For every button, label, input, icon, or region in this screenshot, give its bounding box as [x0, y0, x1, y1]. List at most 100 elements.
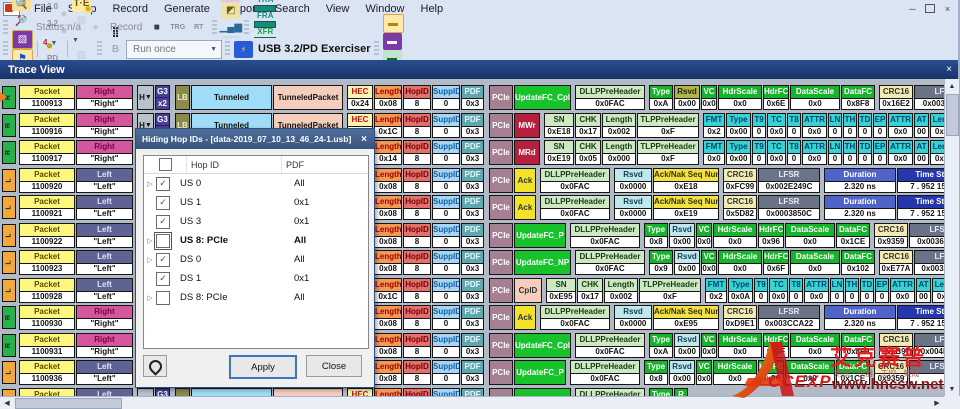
- apply-button[interactable]: Apply: [229, 355, 297, 379]
- field-value: 0xE77A: [880, 264, 912, 274]
- toolbar-gripper[interactable]: [3, 20, 8, 36]
- hop-checkbox[interactable]: ✓: [156, 215, 170, 229]
- menu-item-record[interactable]: Record: [104, 2, 155, 16]
- field-header: PDF: [462, 86, 483, 99]
- packet-row[interactable]: LPacketLeftH▼G3x2LBTunneledTunneledPacke…: [2, 387, 688, 396]
- hop-checkbox[interactable]: [156, 234, 170, 248]
- field-header: Length: [375, 169, 401, 182]
- field-value: 0x002: [931, 154, 944, 164]
- hop-row[interactable]: ▷DS 8: PCIeAll: [144, 288, 368, 307]
- stop-button[interactable]: ■: [147, 19, 166, 36]
- expander-icon[interactable]: ▷: [144, 180, 156, 188]
- hide-3-2-button[interactable]: 3.2⊗: [43, 15, 62, 32]
- toolbar-gripper[interactable]: [244, 20, 249, 36]
- hop-row[interactable]: ▷US 8: PCIeAll: [144, 231, 368, 250]
- field-value: 0x0FAC: [541, 209, 609, 219]
- field-suppid: SuppID0: [432, 360, 460, 385]
- export-button[interactable]: ◩: [221, 2, 240, 19]
- zoom-out-button[interactable]: 🔎: [12, 13, 31, 30]
- realtime-button[interactable]: RT: [189, 19, 208, 36]
- toolbar-gripper[interactable]: [212, 20, 217, 36]
- horizontal-scroll-thumb[interactable]: [15, 398, 122, 409]
- expander-icon[interactable]: ▷: [144, 256, 156, 264]
- restore-button[interactable]: [925, 4, 935, 13]
- hop-row[interactable]: ✓US 30x1: [144, 212, 368, 231]
- columns-button[interactable]: ⣿: [106, 24, 125, 41]
- horizontal-scrollbar[interactable]: ◀ ▶: [0, 396, 944, 409]
- field-ack/nak seq num: Ack/Nak Seq Num0xE18: [653, 168, 719, 193]
- close-button[interactable]: ×: [941, 4, 954, 14]
- field-value: 00: [915, 154, 928, 164]
- field-value: 0xE18: [654, 182, 718, 192]
- hide-2-0-button[interactable]: 2.0⊗: [43, 0, 62, 15]
- hop-checkbox[interactable]: ✓: [156, 196, 170, 210]
- menu-item-view[interactable]: View: [318, 2, 358, 16]
- expander-icon[interactable]: ▷: [144, 237, 156, 245]
- vertical-scrollbar[interactable]: ▲ ▼: [944, 79, 959, 396]
- exerciser-view-2-button[interactable]: ▬: [383, 33, 402, 50]
- menu-item-help[interactable]: Help: [413, 2, 452, 16]
- scroll-down-icon[interactable]: ▼: [946, 383, 958, 395]
- field-length: Length0x08: [374, 305, 402, 330]
- hide-te-button[interactable]: T·E⊗: [72, 0, 91, 12]
- run-mode-select[interactable]: Run once ▼: [126, 40, 222, 59]
- hop-checkbox[interactable]: ✓: [156, 177, 170, 191]
- hop-row[interactable]: ▷✓DS 0All: [144, 250, 368, 269]
- field-header: HEC: [348, 114, 372, 127]
- hop-row[interactable]: ▷✓US 0All: [144, 174, 368, 193]
- hide-gen4-button[interactable]: 4⊗: [43, 38, 47, 47]
- field-header: Length: [375, 141, 401, 154]
- minimize-button[interactable]: ─: [906, 4, 919, 14]
- field-value: 0x00368C40: [910, 237, 944, 247]
- field-value: 0x3: [462, 99, 483, 109]
- direction-marker: L: [2, 361, 16, 384]
- field-header: FMT: [704, 141, 724, 154]
- menu-item-generate[interactable]: Generate: [156, 2, 218, 16]
- field-value: "Right": [77, 154, 132, 164]
- field-header: PDF: [462, 196, 483, 209]
- field-lfsr: LFSR0x003CCA22: [758, 305, 820, 330]
- exerciser-view-1-button[interactable]: ▬: [383, 14, 404, 33]
- field-value: 0x0: [702, 99, 716, 109]
- packet-row[interactable]: RPacket1100913Right"Right"H▼G3x2LBTunnel…: [2, 84, 944, 110]
- field-suppid: SuppID: [432, 388, 460, 397]
- chevron-down-icon[interactable]: ▼: [72, 37, 79, 44]
- field-at: AT00: [914, 113, 929, 138]
- packet-type-label: Ack: [514, 305, 536, 330]
- scroll-up-icon[interactable]: ▲: [946, 80, 958, 92]
- field-duration: Duration2.320 ns: [824, 168, 896, 193]
- dialog-titlebar[interactable]: Hiding Hop IDs - [data-2019_07_10_13_46_…: [136, 129, 374, 149]
- statistics-button[interactable]: ▁▄▆: [221, 19, 240, 36]
- toolbar-gripper[interactable]: [225, 41, 230, 57]
- close-button[interactable]: Close: [306, 355, 362, 377]
- toolbar-gripper[interactable]: [374, 41, 379, 57]
- field-packet: Packet1100922: [19, 223, 75, 248]
- field-dllppreheader: DLLPPreHeader0x0FAC: [570, 360, 640, 385]
- toolbar-gripper[interactable]: [97, 41, 102, 57]
- hop-checkbox[interactable]: ✓: [156, 272, 170, 286]
- hop-checkbox[interactable]: ✓: [156, 253, 170, 267]
- cbo-view-button[interactable]: ▧: [12, 30, 33, 49]
- trigger-button[interactable]: TRG: [168, 19, 187, 36]
- hop-row[interactable]: ✓US 10x1: [144, 193, 368, 212]
- dialog-close-icon[interactable]: ×: [361, 134, 367, 145]
- hop-checkbox[interactable]: [156, 291, 170, 305]
- hop-row[interactable]: ✓DS 10x1: [144, 269, 368, 288]
- vertical-scroll-thumb[interactable]: [946, 94, 959, 136]
- trace-view-close-icon[interactable]: ×: [946, 64, 952, 75]
- hide-toggle-button[interactable]: [143, 355, 167, 377]
- frame-level-button[interactable]: FRA: [254, 12, 276, 28]
- zoom-in-button[interactable]: 🔍: [12, 0, 31, 13]
- field-suppid: SuppID0: [432, 305, 460, 330]
- bold-button[interactable]: B: [106, 41, 125, 58]
- field-hec: HEC: [347, 388, 373, 397]
- field-suppid: SuppID0: [432, 223, 460, 248]
- field-type: Type: [649, 388, 673, 397]
- toolbar-gripper[interactable]: [3, 41, 8, 57]
- select-all-checkbox[interactable]: [159, 158, 172, 171]
- transaction-level-button[interactable]: TRA: [254, 0, 276, 12]
- scroll-left-icon[interactable]: ◀: [1, 398, 13, 408]
- expander-icon[interactable]: ▷: [144, 294, 156, 302]
- hide-grp1-button[interactable]: ▨: [72, 12, 91, 29]
- scroll-right-icon[interactable]: ▶: [931, 398, 943, 408]
